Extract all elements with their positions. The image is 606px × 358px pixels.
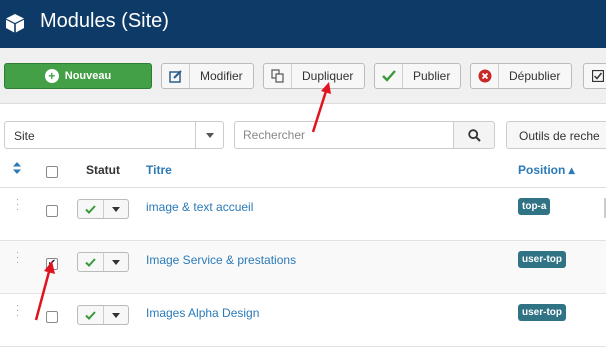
- remove-circle-icon: [471, 64, 499, 88]
- table-row: :: Images Alpha Design user-top: [0, 294, 606, 347]
- position-badge: user-top: [518, 251, 566, 268]
- page-header: Modules (Site): [0, 0, 606, 48]
- new-button[interactable]: + Nouveau: [4, 63, 152, 89]
- status-toggle[interactable]: [77, 199, 129, 219]
- actions-caret-icon[interactable]: [104, 253, 129, 271]
- check-icon: [375, 64, 403, 88]
- published-check-icon[interactable]: [78, 200, 104, 218]
- client-select-value: Site: [14, 129, 35, 143]
- plus-circle-icon: +: [44, 69, 59, 83]
- new-button-label: Nouveau: [64, 70, 112, 82]
- unpublish-button-label: Dépublier: [509, 69, 561, 83]
- search-icon: [467, 128, 481, 142]
- column-status: Statut: [86, 163, 120, 177]
- published-check-icon[interactable]: [78, 306, 104, 324]
- drag-handle-icon[interactable]: ::: [16, 303, 22, 319]
- row-title-link[interactable]: Images Alpha Design: [146, 306, 259, 320]
- row-checkbox[interactable]: [46, 311, 58, 323]
- table-header: Statut Titre Position ▴: [0, 154, 606, 188]
- row-checkbox[interactable]: ✔: [46, 258, 58, 270]
- column-position[interactable]: Position ▴: [518, 163, 575, 177]
- actions-caret-icon[interactable]: [104, 200, 129, 218]
- copy-icon: [264, 64, 292, 88]
- column-title[interactable]: Titre: [146, 163, 172, 177]
- search-tools-button[interactable]: Outils de reche: [506, 121, 606, 149]
- page-title: Modules (Site): [40, 10, 169, 32]
- checkbox-icon: [584, 64, 606, 88]
- edit-button-label: Modifier: [200, 69, 243, 83]
- publish-button[interactable]: Publier: [374, 63, 461, 89]
- select-all-checkbox[interactable]: [46, 166, 58, 178]
- position-badge: user-top: [518, 304, 566, 321]
- table-row: :: image & text accueil top-a: [0, 188, 606, 241]
- position-badge: top-a: [518, 198, 551, 215]
- row-title-link[interactable]: Image Service & prestations: [146, 253, 296, 267]
- ordering-sort-icon[interactable]: [13, 162, 21, 177]
- cube-icon: [6, 14, 24, 33]
- publish-button-label: Publier: [413, 69, 451, 83]
- actions-caret-icon[interactable]: [104, 306, 129, 324]
- client-select[interactable]: Site: [4, 121, 224, 149]
- checkin-button[interactable]: [583, 63, 606, 89]
- filter-bar: Site Outils de reche: [0, 104, 606, 154]
- caret-down-icon: [195, 122, 223, 148]
- edit-icon: [162, 64, 190, 88]
- unpublish-button[interactable]: Dépublier: [470, 63, 572, 89]
- drag-handle-icon[interactable]: ::: [16, 197, 22, 213]
- drag-handle-icon[interactable]: ::: [16, 250, 22, 266]
- search-button[interactable]: [453, 121, 495, 149]
- status-toggle[interactable]: [77, 305, 129, 325]
- published-check-icon[interactable]: [78, 253, 104, 271]
- row-title-link[interactable]: image & text accueil: [146, 200, 253, 214]
- duplicate-button-label: Dupliquer: [302, 69, 354, 83]
- search-input[interactable]: [234, 121, 453, 149]
- edit-button[interactable]: Modifier: [161, 63, 254, 89]
- table-row: :: ✔ Image Service & prestations user-to…: [0, 241, 606, 294]
- toolbar: + Nouveau Modifier Dupliquer Publier Dép…: [0, 48, 606, 104]
- status-toggle[interactable]: [77, 252, 129, 272]
- duplicate-button[interactable]: Dupliquer: [263, 63, 365, 89]
- row-checkbox[interactable]: [46, 205, 58, 217]
